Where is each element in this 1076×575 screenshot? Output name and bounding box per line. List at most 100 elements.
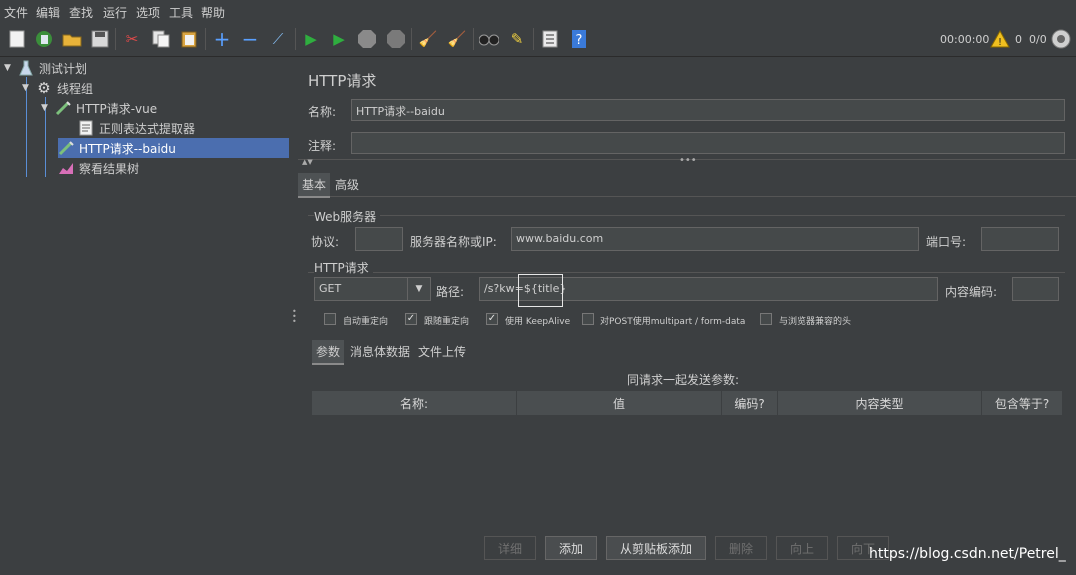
highlight-box bbox=[518, 274, 563, 307]
cut-icon[interactable]: ✂ bbox=[121, 28, 143, 50]
shutdown-icon[interactable] bbox=[385, 28, 407, 50]
path-label: 路径: bbox=[436, 285, 465, 299]
params-table-header: 名称: 值 编码? 内容类型 包含等于? bbox=[312, 391, 1062, 415]
function-helper-icon[interactable] bbox=[539, 28, 561, 50]
menu-run[interactable]: 运行 bbox=[103, 4, 127, 21]
tab-basic[interactable]: 基本 bbox=[298, 173, 331, 198]
tab-advanced[interactable]: 高级 bbox=[331, 173, 363, 196]
open-icon[interactable] bbox=[61, 28, 83, 50]
tab-parameters[interactable]: 参数 bbox=[312, 340, 345, 365]
keepalive-checkbox[interactable]: ✓ bbox=[486, 313, 498, 325]
menu-options[interactable]: 选项 bbox=[136, 4, 160, 21]
menu-help[interactable]: 帮助 bbox=[201, 4, 225, 21]
toggle-icon[interactable]: ⟋ bbox=[267, 28, 289, 50]
tree-node-label: HTTP请求--baidu bbox=[79, 141, 176, 156]
chevron-down-icon[interactable]: ▼ bbox=[22, 83, 36, 93]
tab-body-data[interactable]: 消息体数据 bbox=[346, 340, 414, 363]
auto-redirect-checkbox[interactable] bbox=[324, 313, 336, 325]
name-field[interactable]: HTTP请求--baidu bbox=[351, 99, 1065, 121]
save-icon[interactable] bbox=[89, 28, 111, 50]
up-button[interactable]: 向上 bbox=[776, 536, 828, 560]
chevron-down-icon[interactable]: ▼ bbox=[4, 63, 18, 73]
gear-icon: ⚙ bbox=[37, 79, 51, 97]
tree-node-view-results-tree[interactable]: 察看结果树 bbox=[58, 158, 289, 178]
collapse-arrows-icon[interactable]: ▲▼ bbox=[302, 158, 313, 166]
tree-node-label: 线程组 bbox=[57, 81, 94, 96]
column-value[interactable]: 值 bbox=[517, 391, 722, 415]
document-icon bbox=[78, 120, 94, 136]
start-icon[interactable]: ▶ bbox=[300, 28, 322, 50]
multipart-label: 对POST使用multipart / form-data bbox=[600, 317, 746, 327]
collapse-divider[interactable]: ▲▼ ••• bbox=[298, 155, 1076, 170]
help-icon[interactable]: ? bbox=[568, 28, 590, 50]
menu-tools[interactable]: 工具 bbox=[169, 4, 193, 21]
auto-redirect-label: 自动重定向 bbox=[343, 317, 389, 327]
detail-button[interactable]: 详细 bbox=[484, 536, 536, 560]
drag-handle-icon[interactable]: ••• bbox=[679, 155, 697, 166]
binoculars-icon[interactable] bbox=[478, 28, 500, 50]
content-encoding-label: 内容编码: bbox=[945, 285, 998, 299]
tab-files-upload[interactable]: 文件上传 bbox=[414, 340, 470, 363]
web-server-group-label: Web服务器 bbox=[314, 208, 381, 225]
browser-headers-checkbox[interactable] bbox=[760, 313, 772, 325]
watermark: https://blog.csdn.net/Petrel_ bbox=[869, 546, 1066, 562]
new-icon[interactable] bbox=[6, 28, 28, 50]
follow-redirects-checkbox[interactable]: ✓ bbox=[405, 313, 417, 325]
tree-node-thread-group[interactable]: ▼ ⚙ 线程组 bbox=[22, 78, 289, 98]
warning-icon[interactable]: ! bbox=[989, 28, 1011, 50]
multipart-checkbox[interactable] bbox=[582, 313, 594, 325]
content-encoding-field[interactable] bbox=[1012, 277, 1059, 301]
http-request-panel: HTTP请求 名称: HTTP请求--baidu 注释: ▲▼ ••• 基本 高… bbox=[298, 57, 1076, 575]
chevron-down-icon[interactable]: ▼ bbox=[41, 103, 55, 113]
tree-node-label: 测试计划 bbox=[39, 61, 88, 76]
http-request-group-label: HTTP请求 bbox=[314, 259, 373, 276]
menu-search[interactable]: 查找 bbox=[69, 4, 93, 21]
page-title: HTTP请求 bbox=[308, 72, 377, 90]
reset-search-icon[interactable]: ✎ bbox=[506, 28, 528, 50]
remote-status-icon[interactable] bbox=[1050, 28, 1072, 50]
test-plan-tree: ▼ 测试计划 ▼ ⚙ 线程组 ▼ HTTP请求-vue 正则表达式提取器 HTT… bbox=[0, 57, 290, 575]
thread-count: 0/0 bbox=[1029, 33, 1047, 46]
column-content-type[interactable]: 内容类型 bbox=[778, 391, 982, 415]
tree-node-http-vue[interactable]: ▼ HTTP请求-vue bbox=[41, 98, 289, 118]
keepalive-label: 使用 KeepAlive bbox=[505, 317, 571, 327]
port-field[interactable] bbox=[981, 227, 1059, 251]
add-icon[interactable]: + bbox=[211, 27, 233, 51]
clear-all-icon[interactable]: 🧹 bbox=[446, 28, 468, 50]
copy-icon[interactable] bbox=[150, 28, 172, 50]
toolbar: ✂ + − ⟋ ▶ ▶ 🧹 🧹 ✎ ? 00:00:00 ! 0 0/0 bbox=[0, 22, 1076, 57]
follow-redirects-label: 跟随重定向 bbox=[424, 317, 470, 327]
tree-node-regex-extractor[interactable]: 正则表达式提取器 bbox=[78, 118, 289, 138]
column-name[interactable]: 名称: bbox=[312, 391, 517, 415]
tab-bar: 基本 高级 bbox=[298, 172, 1076, 198]
protocol-label: 协议: bbox=[311, 235, 340, 249]
delete-button[interactable]: 删除 bbox=[715, 536, 767, 560]
menu-file[interactable]: 文件 bbox=[4, 4, 28, 21]
column-include-equals[interactable]: 包含等于? bbox=[982, 391, 1062, 415]
stop-icon[interactable] bbox=[356, 28, 378, 50]
comment-label: 注释: bbox=[308, 139, 337, 153]
splitter-handle[interactable]: • • • bbox=[289, 57, 298, 575]
http-request-group bbox=[308, 272, 1065, 273]
menu-edit[interactable]: 编辑 bbox=[36, 4, 60, 21]
comment-field[interactable] bbox=[351, 132, 1065, 154]
tree-node-http-baidu[interactable]: HTTP请求--baidu bbox=[58, 138, 289, 158]
chevron-down-icon[interactable]: ▼ bbox=[407, 278, 430, 300]
clear-icon[interactable]: 🧹 bbox=[417, 28, 439, 50]
menu-bar: 文件 编辑 查找 运行 选项 工具 帮助 bbox=[0, 0, 1076, 22]
pipette-icon bbox=[55, 100, 71, 116]
method-select[interactable]: GET ▼ bbox=[314, 277, 431, 301]
tree-node-test-plan[interactable]: ▼ 测试计划 bbox=[4, 58, 289, 78]
protocol-field[interactable] bbox=[355, 227, 403, 251]
add-from-clipboard-button[interactable]: 从剪贴板添加 bbox=[606, 536, 706, 560]
start-no-pauses-icon[interactable]: ▶ bbox=[328, 28, 350, 50]
remove-icon[interactable]: − bbox=[239, 27, 261, 51]
paste-icon[interactable] bbox=[178, 28, 200, 50]
svg-text:!: ! bbox=[998, 37, 1002, 48]
column-encode[interactable]: 编码? bbox=[722, 391, 778, 415]
elapsed-timer: 00:00:00 bbox=[940, 33, 990, 46]
templates-icon[interactable] bbox=[33, 28, 55, 50]
server-name-field[interactable]: www.baidu.com bbox=[511, 227, 919, 251]
svg-text:?: ? bbox=[576, 33, 583, 48]
add-button[interactable]: 添加 bbox=[545, 536, 597, 560]
